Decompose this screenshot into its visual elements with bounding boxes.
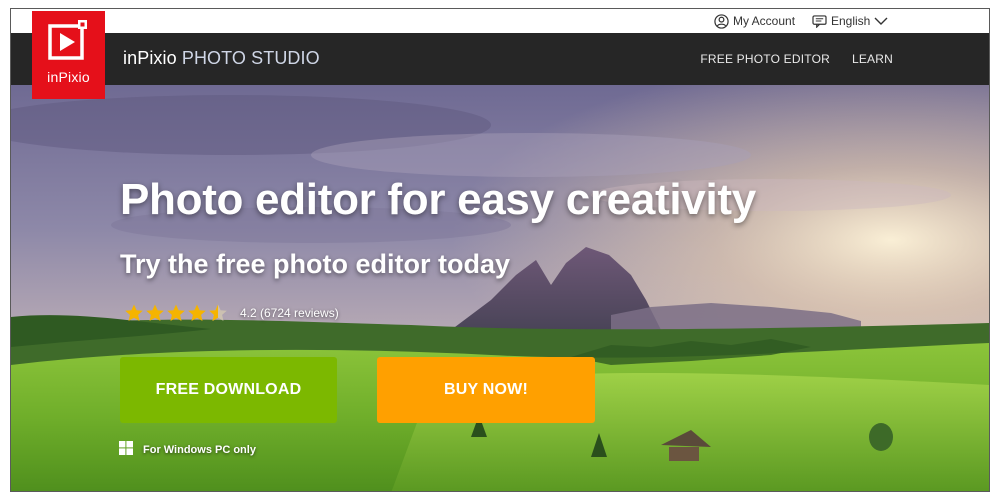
star-icon xyxy=(125,304,143,321)
hero-section: Photo editor for easy creativity Try the… xyxy=(11,85,989,491)
nav-link-learn[interactable]: LEARN xyxy=(852,52,893,66)
half-star-icon xyxy=(209,304,227,321)
hero-headline: Photo editor for easy creativity xyxy=(120,175,756,224)
rating-text: 4.2 (6724 reviews) xyxy=(240,306,339,320)
language-label: English xyxy=(831,14,871,28)
nav-links: FREE PHOTO EDITOR LEARN xyxy=(700,33,893,85)
play-logo-icon xyxy=(47,19,91,63)
platform-note-text: For Windows PC only xyxy=(143,443,256,456)
brand-title[interactable]: inPixio PHOTO STUDIO xyxy=(123,48,320,69)
chevron-down-icon xyxy=(874,16,888,26)
rating-stars xyxy=(124,303,228,323)
browser-frame: My Account English inPixio PHOTO STUDIO xyxy=(10,8,990,492)
logo-text: inPixio xyxy=(47,69,90,85)
star-icon xyxy=(146,304,164,321)
nav-link-free-photo-editor[interactable]: FREE PHOTO EDITOR xyxy=(700,52,830,66)
buy-now-button[interactable]: BUY NOW! xyxy=(377,357,595,423)
inpixio-logo[interactable]: inPixio xyxy=(32,11,105,99)
main-navbar: inPixio PHOTO STUDIO FREE PHOTO EDITOR L… xyxy=(11,33,989,85)
language-icon xyxy=(812,14,827,28)
user-icon xyxy=(714,13,729,29)
my-account-label: My Account xyxy=(733,14,796,28)
platform-note: For Windows PC only xyxy=(119,441,256,458)
free-download-button[interactable]: FREE DOWNLOAD xyxy=(120,357,337,423)
my-account-link[interactable]: My Account xyxy=(714,12,795,30)
star-icon xyxy=(188,304,206,321)
brand-name: inPixio xyxy=(123,48,177,68)
hero-subheadline: Try the free photo editor today xyxy=(120,249,511,279)
windows-icon xyxy=(119,441,133,458)
utility-bar: My Account English xyxy=(11,9,989,33)
landscape-background-image xyxy=(11,85,989,491)
language-selector[interactable]: English xyxy=(812,12,888,30)
rating: 4.2 (6724 reviews) xyxy=(124,303,339,323)
brand-product: PHOTO STUDIO xyxy=(181,48,320,68)
star-icon xyxy=(167,304,185,321)
